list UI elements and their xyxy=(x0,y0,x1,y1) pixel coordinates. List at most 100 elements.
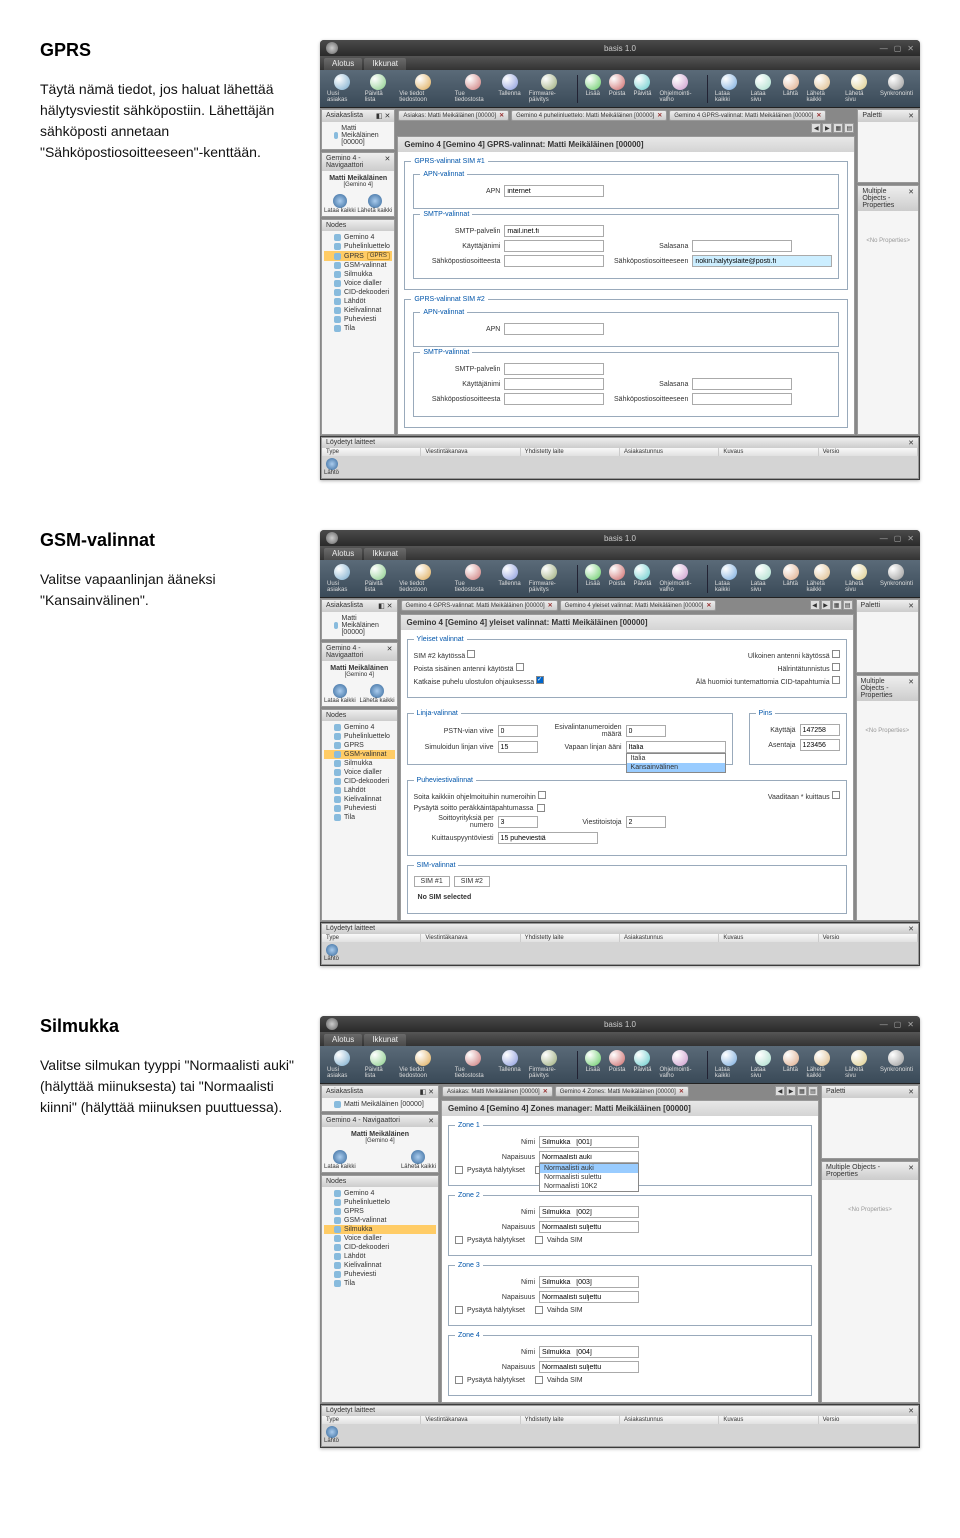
tree-item[interactable]: Puhelinluettelo xyxy=(324,242,392,251)
found-column-header[interactable]: Asiakastunnus xyxy=(620,448,719,456)
freetone-dropdown[interactable]: Italia Kansainvälinen xyxy=(626,753,726,773)
prenum-input[interactable] xyxy=(626,725,666,737)
found-column-header[interactable]: Yhdistetty laite xyxy=(521,1416,620,1424)
found-start-button[interactable]: Lähtö xyxy=(324,458,339,476)
tree-item[interactable]: Gemino 4 xyxy=(324,1189,436,1198)
toolbar-download-button[interactable]: Lataa kaikki xyxy=(712,563,746,594)
found-column-header[interactable]: Type xyxy=(322,448,421,456)
toolbar-send-button[interactable]: Lähtä xyxy=(780,1049,802,1074)
toolbar-help-button[interactable]: Tue tiedostosta xyxy=(452,563,494,594)
toolbar-save-button[interactable]: Tallenna xyxy=(495,563,523,588)
smtp2-input[interactable] xyxy=(504,363,604,375)
tamper-checkbox[interactable] xyxy=(832,663,840,671)
toolbar-refresh-button[interactable]: Päivitä lista xyxy=(362,73,395,104)
tree-item[interactable]: Lähdöt xyxy=(324,297,392,306)
reqlisten-checkbox[interactable] xyxy=(832,791,840,799)
found-column-header[interactable]: Viestintäkanava xyxy=(421,448,520,456)
toolbar-download-button[interactable]: Lataa kaikki xyxy=(712,73,746,104)
client-item[interactable]: Matti Meikäläinen [00000] xyxy=(324,1100,436,1109)
retry-input[interactable] xyxy=(498,816,538,828)
bc-tab[interactable]: Gemino 4 puhelinluettelo: Matti Meikäläi… xyxy=(511,110,667,121)
tree-item[interactable]: Silmukka xyxy=(324,759,395,768)
zone-polarity-select[interactable] xyxy=(539,1221,639,1233)
zone-name-input[interactable] xyxy=(539,1206,639,1218)
tab-alotus[interactable]: Alotus xyxy=(324,1034,362,1046)
toolbar-sendpage-button[interactable]: Lähetä sivu xyxy=(842,1049,875,1080)
toolbar-refresh2-button[interactable]: Päivitä xyxy=(630,73,654,98)
pass-input[interactable] xyxy=(692,240,792,252)
toolbar-chip-button[interactable]: Firmware-päivitys xyxy=(526,1049,573,1080)
toolbar-folder-button[interactable]: Vie tiedot tiedostoon xyxy=(396,1049,449,1080)
toolbar-save-button[interactable]: Tallenna xyxy=(495,1049,523,1074)
bc-tab[interactable]: Gemino 4 yleiset valinnat: Matti Meikälä… xyxy=(560,600,717,611)
tree-item[interactable]: GSM-valinnat xyxy=(324,261,392,270)
from2-input[interactable] xyxy=(504,393,604,405)
zone-name-input[interactable] xyxy=(539,1276,639,1288)
send-all-button[interactable]: Lähetä kaikki xyxy=(357,194,392,214)
zone-name-input[interactable] xyxy=(539,1136,639,1148)
toolbar-sync-button[interactable]: Synkronointi xyxy=(877,73,916,98)
toolbar-send-button[interactable]: Lähtä xyxy=(780,563,802,588)
found-column-header[interactable]: Yhdistetty laite xyxy=(521,934,620,942)
panel-controls[interactable]: ◧ ✕ xyxy=(376,112,390,120)
tree-item[interactable]: Voice dialler xyxy=(324,1234,436,1243)
tree-item[interactable]: Puheviesti xyxy=(324,804,395,813)
tree-item[interactable]: GPRS xyxy=(324,1207,436,1216)
tree-item[interactable]: GSM-valinnat xyxy=(324,750,395,759)
download-all-button[interactable]: Lataa kaikki xyxy=(324,1150,356,1170)
tab-alotus[interactable]: Alotus xyxy=(324,548,362,560)
tree-item[interactable]: Puhelinluettelo xyxy=(324,1198,436,1207)
toolbar-save-button[interactable]: Tallenna xyxy=(495,73,523,98)
to-input[interactable] xyxy=(692,255,832,267)
tree-item[interactable]: Lähdöt xyxy=(324,1252,436,1261)
found-column-header[interactable]: Kuvaus xyxy=(719,448,818,456)
download-all-button[interactable]: Lataa kaikki xyxy=(324,194,356,214)
sim2-checkbox[interactable] xyxy=(467,650,475,658)
tree-item[interactable]: Puheviesti xyxy=(324,315,392,324)
tree-item[interactable]: Tila xyxy=(324,813,395,822)
tree-item[interactable]: Puhelinluettelo xyxy=(324,732,395,741)
toolbar-add-button[interactable]: Lisää xyxy=(582,73,604,98)
toolbar-page-button[interactable]: Lataa sivu xyxy=(748,1049,778,1080)
tree-item[interactable]: GSM-valinnat xyxy=(324,1216,436,1225)
forceint-checkbox[interactable] xyxy=(516,663,524,671)
toolbar-wizard-button[interactable]: Ohjelmointi-valho xyxy=(656,563,703,594)
toolbar-refresh2-button[interactable]: Päivitä xyxy=(630,563,654,588)
toolbar-send-button[interactable]: Lähtä xyxy=(780,73,802,98)
apn-input[interactable] xyxy=(504,185,604,197)
tree-item[interactable]: Kielivalinnat xyxy=(324,795,395,804)
found-column-header[interactable]: Kuvaus xyxy=(719,934,818,942)
tree-item[interactable]: Voice dialler xyxy=(324,768,395,777)
send-all-button[interactable]: Lähetä kaikki xyxy=(401,1150,436,1170)
tab-ikkunat[interactable]: Ikkunat xyxy=(364,548,406,560)
toolbar-refresh2-button[interactable]: Päivitä xyxy=(630,1049,654,1074)
simto-input[interactable] xyxy=(498,741,538,753)
tab-alotus[interactable]: Alotus xyxy=(324,58,362,70)
toolbar-add-button[interactable]: Lisää xyxy=(582,1049,604,1074)
conf-input[interactable] xyxy=(498,832,598,844)
stopcb-checkbox[interactable] xyxy=(537,804,545,812)
toolbar-chip-button[interactable]: Firmware-päivitys xyxy=(526,73,573,104)
zone-stop-checkbox[interactable] xyxy=(455,1166,463,1174)
tab-ikkunat[interactable]: Ikkunat xyxy=(364,58,406,70)
tree-item[interactable]: Tila xyxy=(324,324,392,333)
found-column-header[interactable]: Kuvaus xyxy=(719,1416,818,1424)
bc-nav[interactable]: ◀▶▦▤ xyxy=(811,123,854,133)
sim1-tab[interactable]: SIM #1 xyxy=(414,876,450,887)
found-column-header[interactable]: Viestintäkanava xyxy=(421,934,520,942)
toolbar-download-button[interactable]: Lataa kaikki xyxy=(712,1049,746,1080)
toolbar-sendall-button[interactable]: Lähetä kaikki xyxy=(804,1049,841,1080)
found-start-button[interactable]: Lähtö xyxy=(324,944,339,962)
found-column-header[interactable]: Asiakastunnus xyxy=(620,1416,719,1424)
bc-tab[interactable]: Asiakas: Matti Meikäläinen [00000]✕ xyxy=(398,110,509,121)
found-column-header[interactable]: Versio xyxy=(819,934,918,942)
bc-tab[interactable]: Gemino 4 GPRS-valinnat: Matti Meikäläine… xyxy=(401,600,558,611)
tree-item[interactable]: Gemino 4 xyxy=(324,233,392,242)
zone-stop-checkbox[interactable] xyxy=(455,1306,463,1314)
toolbar-remove-button[interactable]: Poista xyxy=(606,1049,629,1074)
user2-input[interactable] xyxy=(504,378,604,390)
toolbar-sync-button[interactable]: Synkronointi xyxy=(877,1049,916,1074)
toolbar-refresh-button[interactable]: Päivitä lista xyxy=(362,563,395,594)
from-input[interactable] xyxy=(504,255,604,267)
tree-item[interactable]: Tila xyxy=(324,1279,436,1288)
